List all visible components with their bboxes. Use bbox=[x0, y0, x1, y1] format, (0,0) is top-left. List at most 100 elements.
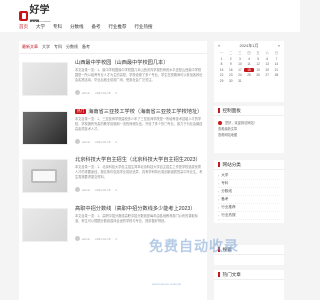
sitemap-link[interactable]: 查看网站地图 bbox=[218, 132, 280, 138]
category-item[interactable]: 备考 bbox=[218, 196, 280, 204]
calendar-day[interactable]: 19 bbox=[254, 68, 263, 72]
post-thumbnail[interactable] bbox=[22, 159, 68, 193]
calendar-day[interactable]: 15 bbox=[217, 68, 226, 72]
post-title[interactable]: 北京科技大学自主招生（北京科技大学自主招生2023） bbox=[75, 156, 201, 163]
calendar-day[interactable]: 17 bbox=[235, 68, 244, 72]
weekday-label: 一 bbox=[219, 51, 224, 55]
post-title[interactable]: 高职中招分数线（高职中招分数线多少能考上2023） bbox=[75, 205, 195, 212]
calendar-day[interactable]: 12 bbox=[254, 62, 263, 66]
nav-item-university[interactable]: 大学 bbox=[36, 24, 45, 30]
category-tabs: 最新文章 大学 专科 分数线 备考 bbox=[19, 41, 207, 54]
post-views: 0 bbox=[115, 236, 118, 241]
widget-title-text: 网站分类 bbox=[222, 161, 241, 167]
calendar-day[interactable]: 14 bbox=[272, 62, 281, 66]
category-item[interactable]: 行业推荐 bbox=[218, 204, 280, 212]
calendar-header: « 2024年1月 » bbox=[214, 41, 284, 50]
calendar-day[interactable]: 16 bbox=[226, 68, 235, 72]
user-icon bbox=[218, 121, 222, 125]
calendar-day[interactable]: 2 bbox=[226, 57, 235, 61]
category-item[interactable]: 大学 bbox=[218, 172, 280, 180]
calendar-next-button[interactable]: » bbox=[278, 43, 280, 48]
tab-university[interactable]: 大学 bbox=[42, 44, 50, 50]
calendar-day[interactable]: 27 bbox=[263, 73, 272, 77]
list-item[interactable]: 山西最中学校园（山西最中学校园几本） 本文目录一览：1、最中学校园最中学校园几本… bbox=[22, 55, 204, 102]
nav-item-college[interactable]: 专科 bbox=[53, 24, 62, 30]
weekday-label: 六 bbox=[265, 51, 269, 55]
control-panel-widget: 控制面板 您好，欢迎到访网站！ 查看最新文章 查看网站地图 bbox=[214, 106, 284, 153]
calendar-day[interactable]: 4 bbox=[244, 57, 253, 61]
widget-title-text: 控制面板 bbox=[222, 107, 241, 113]
calendar-day[interactable]: 25 bbox=[244, 73, 253, 77]
control-panel-body: 您好，欢迎到访网站！ 查看最新文章 查看网站地图 bbox=[214, 116, 284, 142]
category-list: 大学 专科 分数线 备考 行业推荐 行业热搜 bbox=[214, 170, 284, 222]
calendar-prev-button[interactable]: « bbox=[218, 43, 220, 48]
calendar-day[interactable]: 10 bbox=[235, 62, 244, 66]
post-author: admin bbox=[82, 90, 91, 95]
category-item[interactable]: 行业热搜 bbox=[218, 212, 280, 220]
hot-badge: 热门 bbox=[75, 109, 87, 115]
watermark-text: 免费自动收录 bbox=[149, 239, 239, 255]
site-logo[interactable]: 好学网 www.haoxue.example bbox=[19, 5, 55, 31]
calendar-day[interactable]: 29 bbox=[217, 79, 226, 83]
post-views: 0 bbox=[115, 187, 118, 192]
avatar bbox=[75, 139, 80, 144]
tab-scores[interactable]: 分数线 bbox=[66, 44, 78, 50]
category-item[interactable]: 分数线 bbox=[218, 188, 280, 196]
weekday-label: 五 bbox=[256, 51, 260, 55]
post-thumbnail[interactable] bbox=[22, 62, 68, 96]
title-bar-icon bbox=[218, 162, 220, 167]
nav-item-home[interactable]: 首页 bbox=[19, 24, 28, 30]
tab-latest[interactable]: 最新文章 bbox=[22, 44, 38, 50]
post-excerpt: 本文目录一览：1、北京科技大学自主招生简章北京科技大学自主招生工作是学校选拔优秀… bbox=[75, 165, 203, 179]
tab-prep[interactable]: 备考 bbox=[82, 44, 90, 50]
post-title[interactable]: 热门 海南省三亚技工学校（海南省三亚技工学校地址） bbox=[75, 108, 202, 115]
post-meta: admin 2024-01-18 0 bbox=[75, 139, 122, 144]
calendar-day[interactable]: 23 bbox=[226, 73, 235, 77]
nav-item-scores[interactable]: 分数线 bbox=[70, 24, 84, 30]
calendar-day bbox=[272, 79, 281, 83]
post-meta: admin 2024-01-18 0 bbox=[75, 187, 122, 192]
calendar-day[interactable]: 24 bbox=[235, 73, 244, 77]
nav-item-trending[interactable]: 行业热搜 bbox=[135, 24, 153, 30]
calendar-day bbox=[254, 79, 263, 83]
calendar-day[interactable]: 3 bbox=[235, 57, 244, 61]
post-excerpt: 本文目录一览：1、最中学校园最中学校园几本山西省内学校的师资水平还是山西最中学校… bbox=[75, 68, 203, 82]
calendar-day[interactable]: 18 bbox=[244, 67, 254, 72]
post-thumbnail[interactable] bbox=[22, 111, 68, 145]
post-author: admin bbox=[82, 187, 91, 192]
calendar-day[interactable]: 20 bbox=[263, 68, 272, 72]
calendar-day[interactable]: 31 bbox=[235, 79, 244, 83]
laptop-icon bbox=[31, 169, 57, 183]
calendar-day[interactable]: 9 bbox=[226, 62, 235, 66]
calendar-day[interactable]: 6 bbox=[263, 57, 272, 61]
calendar-day bbox=[263, 79, 272, 83]
post-thumbnail[interactable] bbox=[22, 208, 68, 242]
watermark-subtext: www.haoxue.example bbox=[152, 282, 182, 286]
calendar-day[interactable]: 21 bbox=[272, 68, 281, 72]
list-item[interactable]: 热门 海南省三亚技工学校（海南省三亚技工学校地址） 本文目录一览：1、三亚技师学院… bbox=[22, 104, 204, 151]
calendar-day[interactable]: 28 bbox=[272, 73, 281, 77]
calendar-day[interactable]: 22 bbox=[217, 73, 226, 77]
calendar-day[interactable]: 7 bbox=[272, 57, 281, 61]
category-item[interactable]: 专科 bbox=[218, 180, 280, 188]
calendar-day[interactable]: 13 bbox=[263, 62, 272, 66]
widget-title: 控制面板 bbox=[214, 106, 284, 116]
nav-item-prep[interactable]: 备考 bbox=[92, 24, 101, 30]
calendar-day[interactable]: 8 bbox=[217, 62, 226, 66]
article-list: 最新文章 大学 专科 分数线 备考 山西最中学校园（山西最中学校园几本） 本文目… bbox=[19, 41, 207, 300]
title-bar-icon bbox=[218, 108, 220, 113]
logo-mark-icon bbox=[19, 11, 28, 21]
calendar-title: 2024年1月 bbox=[239, 42, 259, 48]
calendar-day[interactable]: 1 bbox=[217, 57, 226, 61]
calendar-day[interactable]: 26 bbox=[254, 73, 263, 77]
list-item[interactable]: 北京科技大学自主招生（北京科技大学自主招生2023） 本文目录一览：1、北京科技… bbox=[22, 152, 204, 199]
calendar-day[interactable]: 30 bbox=[226, 79, 235, 83]
tab-college[interactable]: 专科 bbox=[54, 44, 62, 50]
post-title[interactable]: 山西最中学校园（山西最中学校园几本） bbox=[75, 59, 168, 66]
calendar-day[interactable]: 11 bbox=[244, 62, 253, 66]
calendar-day[interactable]: 5 bbox=[254, 57, 263, 61]
post-date: 2024-01-18 bbox=[95, 187, 111, 192]
avatar bbox=[75, 236, 80, 241]
nav-item-recommend[interactable]: 行业推荐 bbox=[109, 24, 127, 30]
post-meta: admin 2024-01-18 0 bbox=[75, 90, 122, 95]
